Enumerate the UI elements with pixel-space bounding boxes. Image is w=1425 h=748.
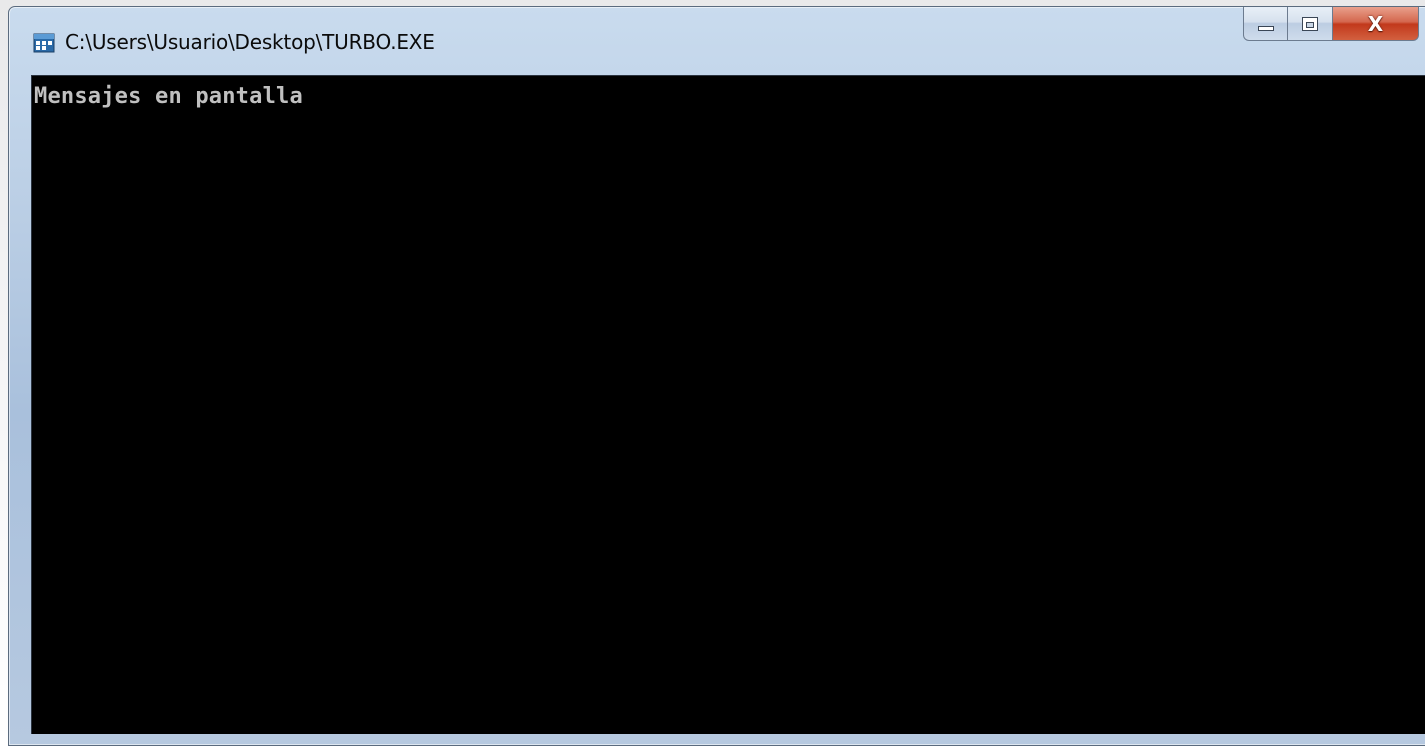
close-icon: X: [1367, 11, 1384, 36]
minimize-icon: [1257, 26, 1274, 31]
console-line: Mensajes en pantalla: [34, 84, 303, 109]
close-button[interactable]: X: [1333, 7, 1419, 41]
caption-buttons: X: [1243, 7, 1419, 41]
maximize-button[interactable]: [1288, 7, 1333, 41]
maximize-icon: [1302, 16, 1318, 31]
console-app-icon[interactable]: [33, 33, 55, 53]
console-window: C:\Users\Usuario\Desktop\TURBO.EXE X Men…: [8, 6, 1425, 746]
window-title: C:\Users\Usuario\Desktop\TURBO.EXE: [65, 30, 435, 54]
console-output-area[interactable]: Mensajes en pantalla: [31, 75, 1425, 734]
minimize-button[interactable]: [1243, 7, 1288, 41]
title-bar[interactable]: C:\Users\Usuario\Desktop\TURBO.EXE X: [9, 7, 1425, 75]
